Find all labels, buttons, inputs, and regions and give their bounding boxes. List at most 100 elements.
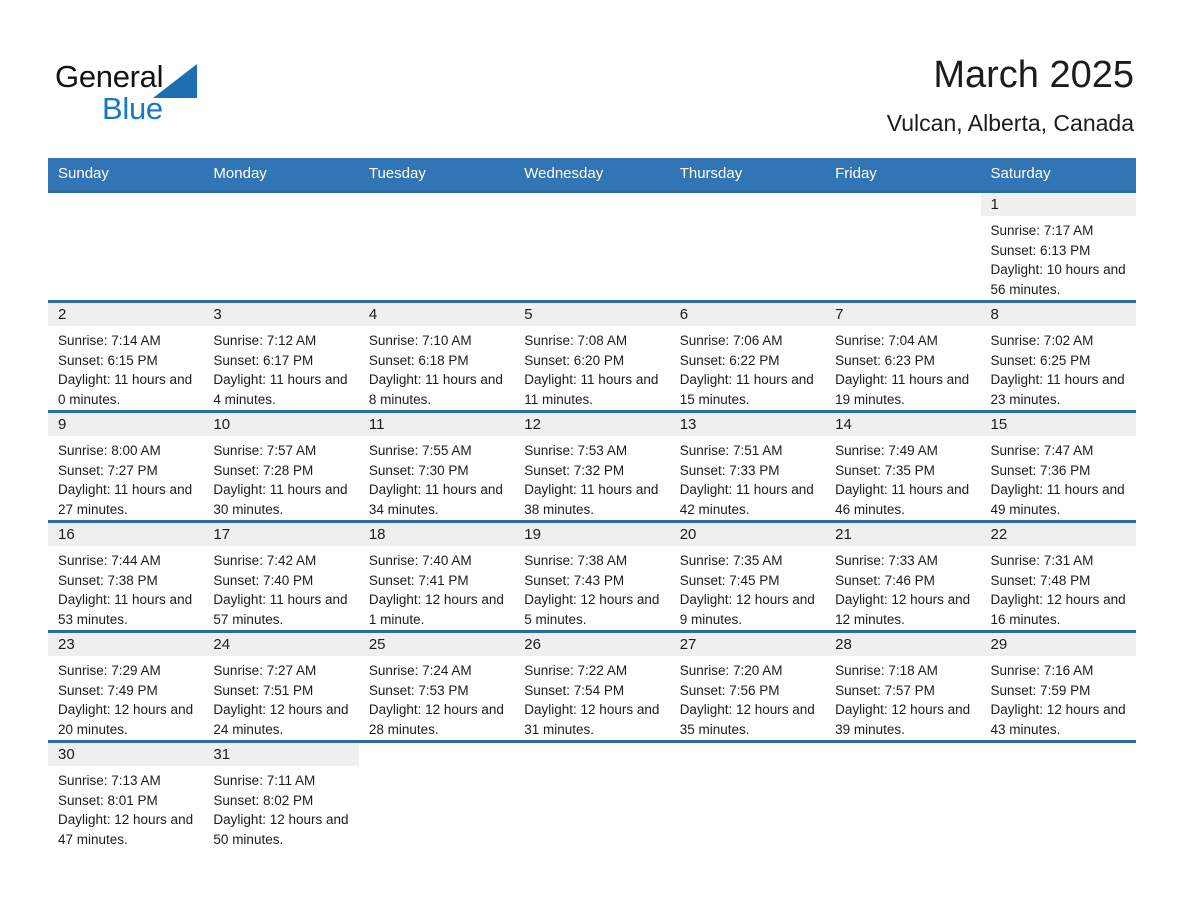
calendar-day-cell[interactable]: 24 Sunrise: 7:27 AM Sunset: 7:51 PM Dayligh…: [203, 631, 359, 742]
weekday-header-monday: Monday: [203, 158, 359, 192]
daylight-text: Daylight: 12 hours and 16 minutes.: [990, 592, 1126, 628]
calendar-table: Sunday Monday Tuesday Wednesday Thursday…: [48, 158, 1136, 856]
day-cell-inner: 30 Sunrise: 7:13 AM Sunset: 8:01 PM Dayligh…: [48, 743, 204, 856]
sunrise-text: Sunrise: 7:06 AM: [679, 333, 783, 348]
day-details: Sunrise: 7:29 AM Sunset: 7:49 PM Daylight:…: [48, 656, 203, 740]
calendar-day-cell[interactable]: 17 Sunrise: 7:42 AM Sunset: 7:40 PM Dayligh…: [203, 521, 359, 632]
calendar-day-cell[interactable]: 28 Sunrise: 7:18 AM Sunset: 7:57 PM Dayligh…: [825, 631, 981, 742]
calendar-day-cell[interactable]: 19 Sunrise: 7:38 AM Sunset: 7:43 PM Dayligh…: [514, 521, 670, 632]
day-cell-inner: 14 Sunrise: 7:49 AM Sunset: 7:35 PM Dayligh…: [825, 413, 981, 520]
day-details: Sunrise: 7:33 AM Sunset: 7:46 PM Daylight:…: [825, 546, 980, 630]
page-title: March 2025: [933, 54, 1134, 96]
calendar-day-cell[interactable]: 12 Sunrise: 7:53 AM Sunset: 7:32 PM Dayligh…: [514, 411, 670, 522]
weekday-header-friday: Friday: [825, 158, 981, 192]
day-cell-inner: 5 Sunrise: 7:08 AM Sunset: 6:20 PM Daylight…: [514, 303, 670, 410]
day-cell-inner: [980, 743, 1136, 856]
sunrise-text: Sunrise: 7:53 AM: [524, 443, 628, 458]
calendar-day-cell[interactable]: 1 Sunrise: 7:17 AM Sunset: 6:13 PM Daylight…: [980, 191, 1136, 302]
calendar-empty-cell: [48, 191, 204, 302]
daylight-text: Daylight: 11 hours and 30 minutes.: [213, 482, 348, 518]
daylight-text: Daylight: 12 hours and 12 minutes.: [835, 592, 971, 628]
day-details: Sunrise: 7:49 AM Sunset: 7:35 PM Daylight:…: [825, 436, 980, 520]
sunrise-text: Sunrise: 7:22 AM: [524, 663, 628, 678]
calendar-day-cell[interactable]: 5 Sunrise: 7:08 AM Sunset: 6:20 PM Daylight…: [514, 301, 670, 412]
sunset-text: Sunset: 6:25 PM: [990, 352, 1091, 368]
calendar-week-row: 1 Sunrise: 7:17 AM Sunset: 6:13 PM Daylight…: [48, 191, 1136, 302]
day-cell-inner: [48, 193, 204, 300]
day-number: 13: [669, 413, 826, 436]
day-cell-inner: 24 Sunrise: 7:27 AM Sunset: 7:51 PM Dayligh…: [203, 633, 359, 740]
calendar-day-cell[interactable]: 2 Sunrise: 7:14 AM Sunset: 6:15 PM Daylight…: [48, 301, 204, 412]
day-number: 25: [358, 633, 515, 656]
title-block: March 2025 Vulcan, Alberta, Canada: [887, 52, 1134, 138]
calendar-day-cell[interactable]: 14 Sunrise: 7:49 AM Sunset: 7:35 PM Dayligh…: [825, 411, 981, 522]
calendar-day-cell[interactable]: 25 Sunrise: 7:24 AM Sunset: 7:53 PM Dayligh…: [358, 631, 515, 742]
sunrise-text: Sunrise: 7:57 AM: [213, 443, 317, 458]
day-cell-inner: 2 Sunrise: 7:14 AM Sunset: 6:15 PM Daylight…: [48, 303, 204, 410]
day-number: 17: [203, 523, 359, 546]
day-number: [514, 193, 670, 216]
calendar-day-cell[interactable]: 26 Sunrise: 7:22 AM Sunset: 7:54 PM Dayligh…: [514, 631, 670, 742]
day-details: Sunrise: 8:00 AM Sunset: 7:27 PM Daylight:…: [48, 436, 203, 520]
calendar-day-cell[interactable]: 4 Sunrise: 7:10 AM Sunset: 6:18 PM Daylight…: [358, 301, 515, 412]
day-number: 29: [980, 633, 1136, 656]
sunrise-text: Sunrise: 7:31 AM: [990, 553, 1094, 568]
calendar-day-cell[interactable]: 15 Sunrise: 7:47 AM Sunset: 7:36 PM Dayligh…: [980, 411, 1136, 522]
daylight-text: Daylight: 12 hours and 50 minutes.: [213, 812, 349, 848]
sunrise-text: Sunrise: 7:14 AM: [58, 333, 161, 348]
day-details: Sunrise: 7:13 AM Sunset: 8:01 PM Daylight:…: [48, 766, 203, 850]
sunrise-text: Sunrise: 8:00 AM: [58, 443, 161, 458]
calendar-day-cell[interactable]: 22 Sunrise: 7:31 AM Sunset: 7:48 PM Dayligh…: [980, 521, 1136, 632]
sunset-text: Sunset: 7:27 PM: [58, 462, 158, 478]
calendar-day-cell[interactable]: 23 Sunrise: 7:29 AM Sunset: 7:49 PM Dayligh…: [48, 631, 204, 742]
day-details: Sunrise: 7:42 AM Sunset: 7:40 PM Daylight:…: [203, 546, 358, 630]
sunset-text: Sunset: 7:28 PM: [213, 462, 314, 478]
calendar-day-cell[interactable]: 29 Sunrise: 7:16 AM Sunset: 7:59 PM Dayligh…: [980, 631, 1136, 742]
sunset-text: Sunset: 6:20 PM: [524, 352, 625, 368]
day-number: 24: [203, 633, 359, 656]
day-number: 4: [358, 303, 515, 326]
calendar-day-cell[interactable]: 3 Sunrise: 7:12 AM Sunset: 6:17 PM Daylight…: [203, 301, 359, 412]
calendar-day-cell[interactable]: 9 Sunrise: 8:00 AM Sunset: 7:27 PM Daylight…: [48, 411, 204, 522]
calendar-day-cell[interactable]: 11 Sunrise: 7:55 AM Sunset: 7:30 PM Dayligh…: [358, 411, 515, 522]
calendar-day-cell[interactable]: 18 Sunrise: 7:40 AM Sunset: 7:41 PM Dayligh…: [358, 521, 515, 632]
day-cell-inner: [825, 743, 981, 856]
day-details: Sunrise: 7:17 AM Sunset: 6:13 PM Daylight:…: [981, 216, 1136, 300]
calendar-day-cell[interactable]: 6 Sunrise: 7:06 AM Sunset: 6:22 PM Daylight…: [669, 301, 826, 412]
day-number: 15: [980, 413, 1136, 436]
day-cell-inner: 26 Sunrise: 7:22 AM Sunset: 7:54 PM Dayligh…: [514, 633, 670, 740]
sunset-text: Sunset: 7:48 PM: [990, 572, 1091, 588]
daylight-text: Daylight: 12 hours and 43 minutes.: [990, 702, 1126, 738]
calendar-day-cell[interactable]: 7 Sunrise: 7:04 AM Sunset: 6:23 PM Daylight…: [825, 301, 981, 412]
calendar-day-cell[interactable]: 13 Sunrise: 7:51 AM Sunset: 7:33 PM Dayligh…: [669, 411, 826, 522]
daylight-text: Daylight: 12 hours and 1 minute.: [368, 592, 504, 628]
calendar-day-cell[interactable]: 10 Sunrise: 7:57 AM Sunset: 7:28 PM Dayligh…: [203, 411, 359, 522]
sunrise-text: Sunrise: 7:49 AM: [835, 443, 938, 458]
day-details: Sunrise: 7:40 AM Sunset: 7:41 PM Daylight:…: [359, 546, 514, 630]
calendar-day-cell[interactable]: 21 Sunrise: 7:33 AM Sunset: 7:46 PM Dayligh…: [825, 521, 981, 632]
weekday-header-saturday: Saturday: [980, 158, 1136, 192]
calendar-day-cell[interactable]: 31 Sunrise: 7:11 AM Sunset: 8:02 PM Dayligh…: [203, 741, 359, 856]
day-details: Sunrise: 7:18 AM Sunset: 7:57 PM Daylight:…: [825, 656, 980, 740]
sunrise-text: Sunrise: 7:51 AM: [679, 443, 783, 458]
day-cell-inner: [514, 743, 670, 856]
day-cell-inner: [514, 193, 670, 300]
calendar-day-cell[interactable]: 20 Sunrise: 7:35 AM Sunset: 7:45 PM Dayligh…: [669, 521, 826, 632]
calendar-day-cell[interactable]: 16 Sunrise: 7:44 AM Sunset: 7:38 PM Dayligh…: [48, 521, 204, 632]
calendar-day-cell[interactable]: 27 Sunrise: 7:20 AM Sunset: 7:56 PM Dayligh…: [669, 631, 826, 742]
sunset-text: Sunset: 7:35 PM: [835, 462, 935, 478]
day-cell-inner: 18 Sunrise: 7:40 AM Sunset: 7:41 PM Dayligh…: [358, 523, 515, 630]
logo-text-blue: Blue: [102, 91, 163, 126]
calendar-empty-cell: [358, 191, 515, 302]
calendar-day-cell[interactable]: 30 Sunrise: 7:13 AM Sunset: 8:01 PM Dayligh…: [48, 741, 204, 856]
day-cell-inner: 12 Sunrise: 7:53 AM Sunset: 7:32 PM Dayligh…: [514, 413, 670, 520]
day-cell-inner: [358, 743, 515, 856]
calendar-day-cell[interactable]: 8 Sunrise: 7:02 AM Sunset: 6:25 PM Daylight…: [980, 301, 1136, 412]
day-number: 30: [48, 743, 204, 766]
daylight-text: Daylight: 11 hours and 57 minutes.: [213, 592, 348, 628]
day-number: 31: [203, 743, 359, 766]
sunset-text: Sunset: 6:18 PM: [368, 352, 469, 368]
sunset-text: Sunset: 7:30 PM: [368, 462, 469, 478]
daylight-text: Daylight: 12 hours and 24 minutes.: [213, 702, 349, 738]
daylight-text: Daylight: 11 hours and 46 minutes.: [835, 482, 970, 518]
